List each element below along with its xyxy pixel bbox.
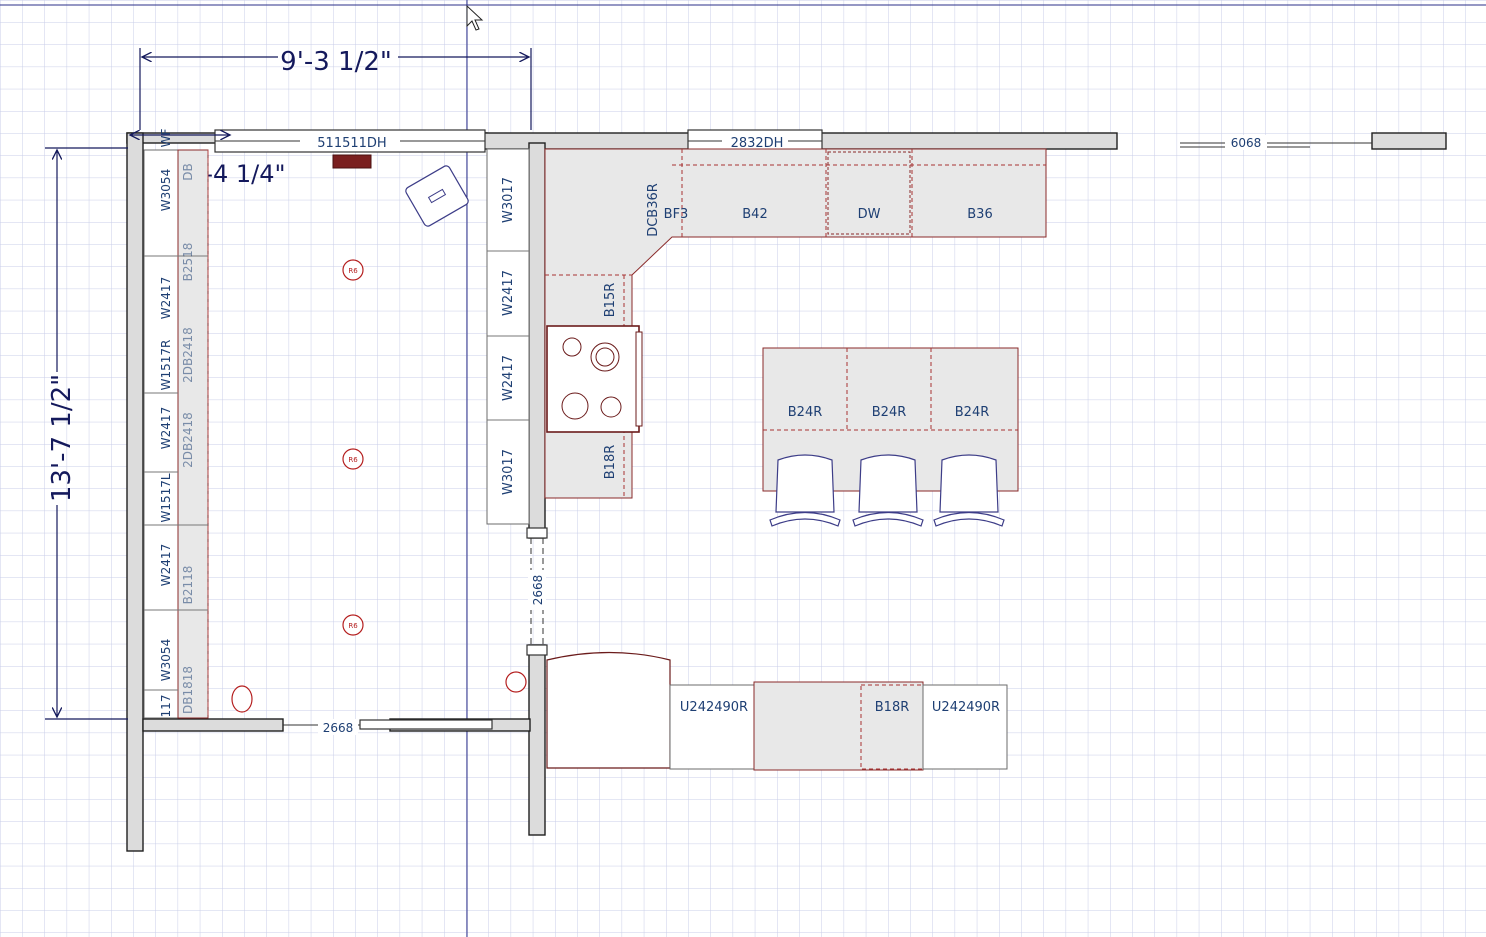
center-cabinet-label-1: W3017: [501, 177, 516, 223]
base-18-label: B18R: [603, 445, 618, 480]
left-cabinet-label-3: W1517R: [159, 340, 173, 391]
left-base-label-1: DB: [181, 163, 195, 180]
island-cabinet-label-3: B24R: [955, 405, 990, 420]
light-label-2: R6: [348, 456, 358, 464]
wall-heater[interactable]: [332, 154, 372, 169]
left-cabinet-extra-1: WF: [159, 129, 173, 148]
window-far[interactable]: 6068: [1225, 135, 1267, 150]
center-cabinet-label-2: W2417: [501, 270, 516, 316]
dishwasher-label: DW: [858, 207, 881, 222]
left-base-label-5: B2118: [181, 566, 195, 605]
base-36-label: B36: [967, 207, 992, 222]
island-cabinet-label-2: B24R: [872, 405, 907, 420]
light-fixture-3[interactable]: R6: [342, 614, 364, 636]
dimension-left-label: 13'-7 1/2": [47, 374, 77, 502]
center-cabinet-label-3: W2417: [501, 355, 516, 401]
lower-left-label: U242490R: [680, 700, 748, 715]
cooktop[interactable]: [546, 325, 643, 433]
corner-cabinet-label: DCB36R: [646, 183, 661, 237]
island-cabinet-label-1: B24R: [788, 405, 823, 420]
left-cabinet-label-5: W1517L: [159, 473, 173, 522]
left-cabinet-label-7: W3054: [159, 639, 173, 681]
base-15-label: B15R: [603, 283, 618, 318]
light-fixture-1[interactable]: R6: [342, 259, 364, 281]
left-base-label-2: B2518: [181, 243, 195, 282]
left-base-label-4: 2DB2418: [181, 412, 195, 468]
door-bottom-label: 2668: [323, 721, 354, 735]
left-cabinet-label-2: W2417: [159, 277, 173, 319]
left-cabinet-label-4: W2417: [159, 407, 173, 449]
left-cabinet-label-8: 117: [159, 695, 173, 718]
floor-outlet[interactable]: [231, 685, 253, 713]
left-base-label-3: 2DB2418: [181, 327, 195, 383]
floor-plan-canvas[interactable]: 511511DH 2832DH 6068 2668 2668 9'-3 1/2"…: [0, 0, 1486, 937]
window-left-label: 511511DH: [317, 136, 386, 151]
light-label-1: R6: [348, 267, 358, 275]
light-label-3: R6: [348, 622, 358, 630]
center-cabinet-label-4: W3017: [501, 449, 516, 495]
filler-label: BF3: [664, 207, 689, 222]
left-base-label-6: DB1818: [181, 666, 195, 714]
center-wall-cabinets[interactable]: W3017 W2417 W2417 W3017: [486, 148, 530, 525]
left-cabinet-label-1: W3054: [159, 169, 173, 211]
left-cabinet-label-6: W2417: [159, 544, 173, 586]
refrigerator[interactable]: [546, 651, 671, 769]
base-42-label: B42: [742, 207, 767, 222]
left-wall-cabinets[interactable]: W3054 WF W2417 W1517R W2417 W1517L W2417…: [143, 129, 209, 719]
light-fixture-2[interactable]: R6: [342, 448, 364, 470]
window-left[interactable]: 511511DH: [214, 129, 486, 153]
lower-right-label: U242490R: [932, 700, 1000, 715]
sink-fixture[interactable]: [505, 671, 527, 693]
door-side-label: 2668: [531, 575, 545, 606]
dimension-top-label: 9'-3 1/2": [280, 47, 392, 77]
lower-middle-label: B18R: [875, 700, 910, 715]
window-far-label: 6068: [1231, 136, 1262, 150]
